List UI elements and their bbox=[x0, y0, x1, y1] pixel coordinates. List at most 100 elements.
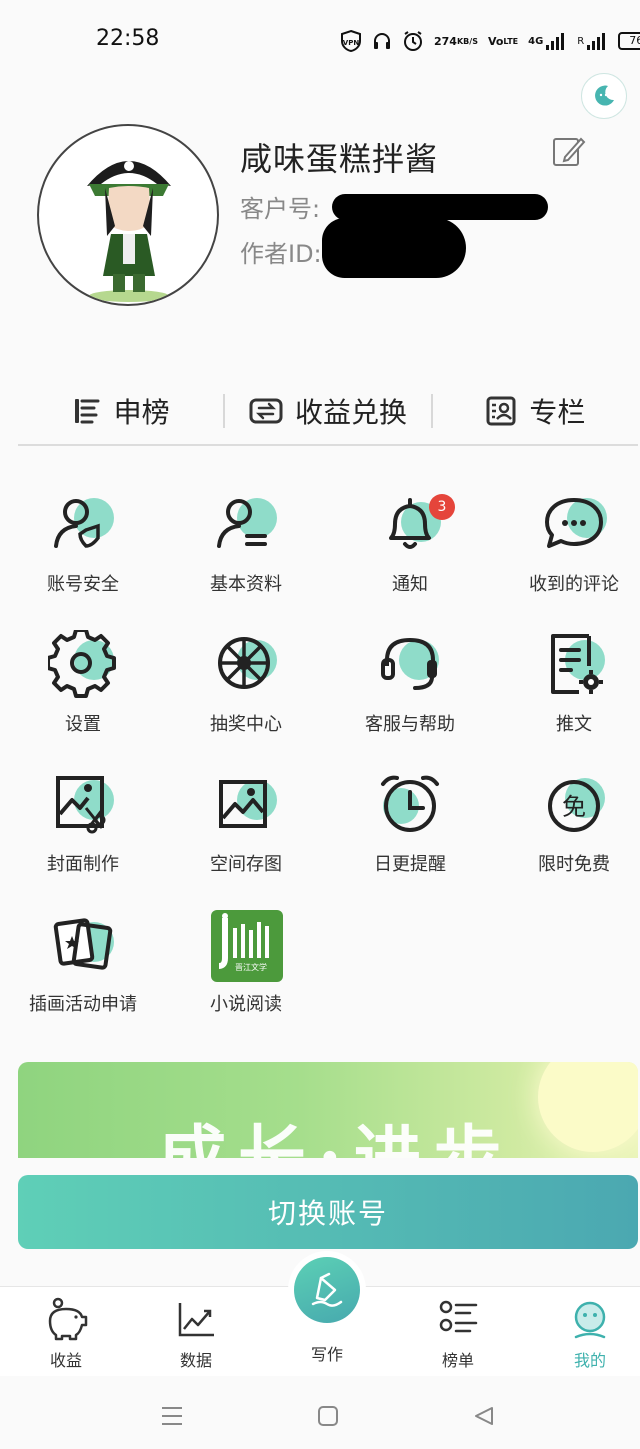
received-comments-item[interactable]: 收到的评论 bbox=[492, 490, 640, 596]
tab-label: 我的 bbox=[573, 1351, 606, 1370]
grid-label: 推文 bbox=[556, 714, 592, 735]
column-button[interactable]: 专栏 bbox=[433, 381, 638, 441]
vpn-icon: VPN bbox=[340, 28, 362, 54]
svg-text:VPN: VPN bbox=[343, 39, 360, 47]
night-mode-button[interactable] bbox=[581, 73, 627, 119]
column-profile-icon bbox=[486, 396, 516, 426]
bottom-tab-bar: 收益 数据 写作 榜单 我的 bbox=[0, 1257, 640, 1376]
alarm-clock-icon bbox=[381, 775, 439, 832]
customer-id-label: 客户号: bbox=[240, 195, 321, 223]
tab-label: 写作 bbox=[310, 1345, 343, 1364]
novel-app-icon: 晋江文学 bbox=[211, 910, 283, 982]
pirate-avatar-icon bbox=[87, 161, 171, 302]
system-nav-bar bbox=[0, 1376, 640, 1449]
grid-label: 账号安全 bbox=[47, 574, 119, 595]
account-security-item[interactable]: 账号安全 bbox=[1, 490, 165, 596]
home-icon[interactable] bbox=[316, 1404, 340, 1428]
tab-revenue[interactable]: 收益 bbox=[16, 1297, 116, 1371]
tab-ranking[interactable]: 榜单 bbox=[408, 1297, 508, 1371]
grid-label: 小说阅读 bbox=[210, 994, 282, 1015]
tab-label: 数据 bbox=[179, 1351, 212, 1370]
user-card-icon bbox=[217, 498, 277, 548]
novel-reading-item[interactable]: 晋江文学 小说阅读 bbox=[164, 910, 328, 1016]
menu-icon[interactable] bbox=[160, 1404, 184, 1428]
revenue-exchange-button[interactable]: 收益兑换 bbox=[225, 381, 430, 441]
grid-label: 封面制作 bbox=[47, 854, 119, 875]
author-id-label: 作者ID: bbox=[240, 240, 322, 268]
line-chart-icon bbox=[178, 1303, 214, 1337]
illustration-activity-item[interactable]: 插画活动申请 bbox=[1, 910, 165, 1016]
image-storage-item[interactable]: 空间存图 bbox=[164, 770, 328, 876]
back-icon[interactable] bbox=[472, 1404, 496, 1428]
signal-roaming-icon: R bbox=[577, 28, 608, 54]
notification-badge: 3 bbox=[429, 494, 455, 520]
grid-label: 设置 bbox=[65, 714, 101, 735]
grid-label: 日更提醒 bbox=[374, 854, 446, 875]
grid-label: 限时免费 bbox=[538, 854, 610, 875]
lottery-center-item[interactable]: 抽奖中心 bbox=[164, 630, 328, 736]
switch-account-button[interactable]: 切换账号 bbox=[18, 1175, 638, 1249]
comment-icon bbox=[545, 498, 607, 548]
tab-mine[interactable]: 我的 bbox=[540, 1297, 640, 1371]
cover-making-item[interactable]: 封面制作 bbox=[1, 770, 165, 876]
alarm-icon bbox=[402, 28, 424, 54]
author-id-redaction bbox=[322, 218, 466, 278]
net-speed: 274 KB/S bbox=[434, 34, 478, 48]
grid-label: 空间存图 bbox=[210, 854, 282, 875]
svg-text:晋江文学: 晋江文学 bbox=[235, 962, 267, 972]
exchange-icon bbox=[249, 398, 283, 424]
daily-update-reminder-item[interactable]: 日更提醒 bbox=[328, 770, 492, 876]
banner-text: 成长·进步 bbox=[158, 1118, 514, 1158]
list-icon bbox=[439, 1300, 478, 1333]
notification-item[interactable]: 3 通知 bbox=[328, 490, 492, 596]
ranking-list-icon bbox=[74, 399, 100, 424]
headphones-icon bbox=[372, 28, 392, 54]
status-time: 22:58 bbox=[96, 26, 160, 51]
settings-item[interactable]: 设置 bbox=[1, 628, 165, 736]
grid-label: 客服与帮助 bbox=[365, 714, 455, 735]
apply-ranking-label: 申榜 bbox=[113, 396, 170, 429]
limited-free-item[interactable]: 免 限时免费 bbox=[492, 770, 640, 876]
profile-face-icon bbox=[574, 1301, 606, 1339]
cards-icon bbox=[53, 918, 114, 970]
customer-service-item[interactable]: 客服与帮助 bbox=[328, 630, 492, 736]
avatar[interactable] bbox=[37, 124, 219, 306]
free-badge-icon: 免 bbox=[548, 778, 605, 832]
signal-4g-icon: 4G bbox=[528, 28, 567, 54]
status-icons: VPN 274 KB/S Vo LTE 4G R 76 bbox=[340, 26, 640, 56]
volte-icon: Vo LTE bbox=[487, 34, 519, 48]
edit-icon[interactable] bbox=[551, 133, 587, 169]
tab-label: 榜单 bbox=[441, 1351, 474, 1370]
status-bar: 22:58 VPN 274 KB/S Vo LTE 4G R 76 bbox=[0, 0, 640, 80]
image-icon bbox=[219, 780, 277, 828]
basic-profile-item[interactable]: 基本资料 bbox=[164, 490, 328, 596]
grid-label: 通知 bbox=[392, 574, 428, 595]
promotion-post-item[interactable]: 推文 bbox=[492, 630, 640, 736]
moon-icon bbox=[595, 85, 614, 106]
wheel-icon bbox=[218, 637, 277, 689]
write-button[interactable] bbox=[294, 1257, 360, 1323]
doc-gear-icon bbox=[551, 634, 605, 694]
revenue-exchange-label: 收益兑换 bbox=[294, 396, 407, 429]
grid-label: 收到的评论 bbox=[529, 574, 619, 595]
gear-icon bbox=[46, 628, 116, 698]
battery-icon: 76 bbox=[618, 28, 640, 54]
pen-icon bbox=[311, 1272, 343, 1307]
tab-label: 收益 bbox=[49, 1351, 82, 1370]
grid-label: 抽奖中心 bbox=[210, 714, 282, 735]
grid-label: 插画活动申请 bbox=[29, 994, 137, 1015]
customer-id-redaction bbox=[332, 194, 548, 220]
piggy-bank-icon bbox=[48, 1297, 88, 1341]
tab-data[interactable]: 数据 bbox=[146, 1297, 246, 1371]
quick-action-bar: 申榜 收益兑换 专栏 bbox=[18, 378, 638, 446]
apply-ranking-button[interactable]: 申榜 bbox=[18, 381, 223, 441]
column-label: 专栏 bbox=[529, 396, 586, 429]
username: 咸味蛋糕拌酱 bbox=[240, 140, 439, 178]
grid-label: 基本资料 bbox=[210, 574, 282, 595]
promo-banner[interactable]: 成长·进步 bbox=[18, 1062, 638, 1158]
user-shield-icon bbox=[54, 498, 114, 548]
sun-decoration bbox=[538, 1062, 638, 1152]
headset-icon bbox=[381, 637, 439, 690]
image-scissors-icon bbox=[56, 776, 114, 834]
svg-text:免: 免 bbox=[562, 793, 586, 821]
